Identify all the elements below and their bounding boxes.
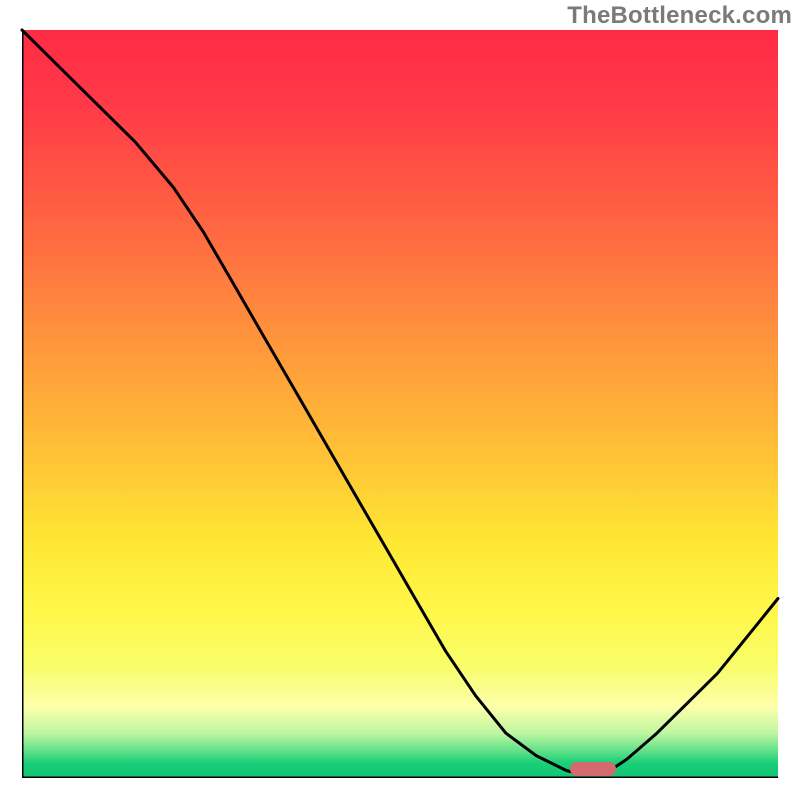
watermark-text: TheBottleneck.com: [567, 2, 792, 30]
chart-container: TheBottleneck.com: [0, 0, 800, 800]
plot-area: [22, 30, 778, 778]
bottleneck-curve: [22, 30, 778, 778]
optimum-marker: [570, 762, 616, 776]
